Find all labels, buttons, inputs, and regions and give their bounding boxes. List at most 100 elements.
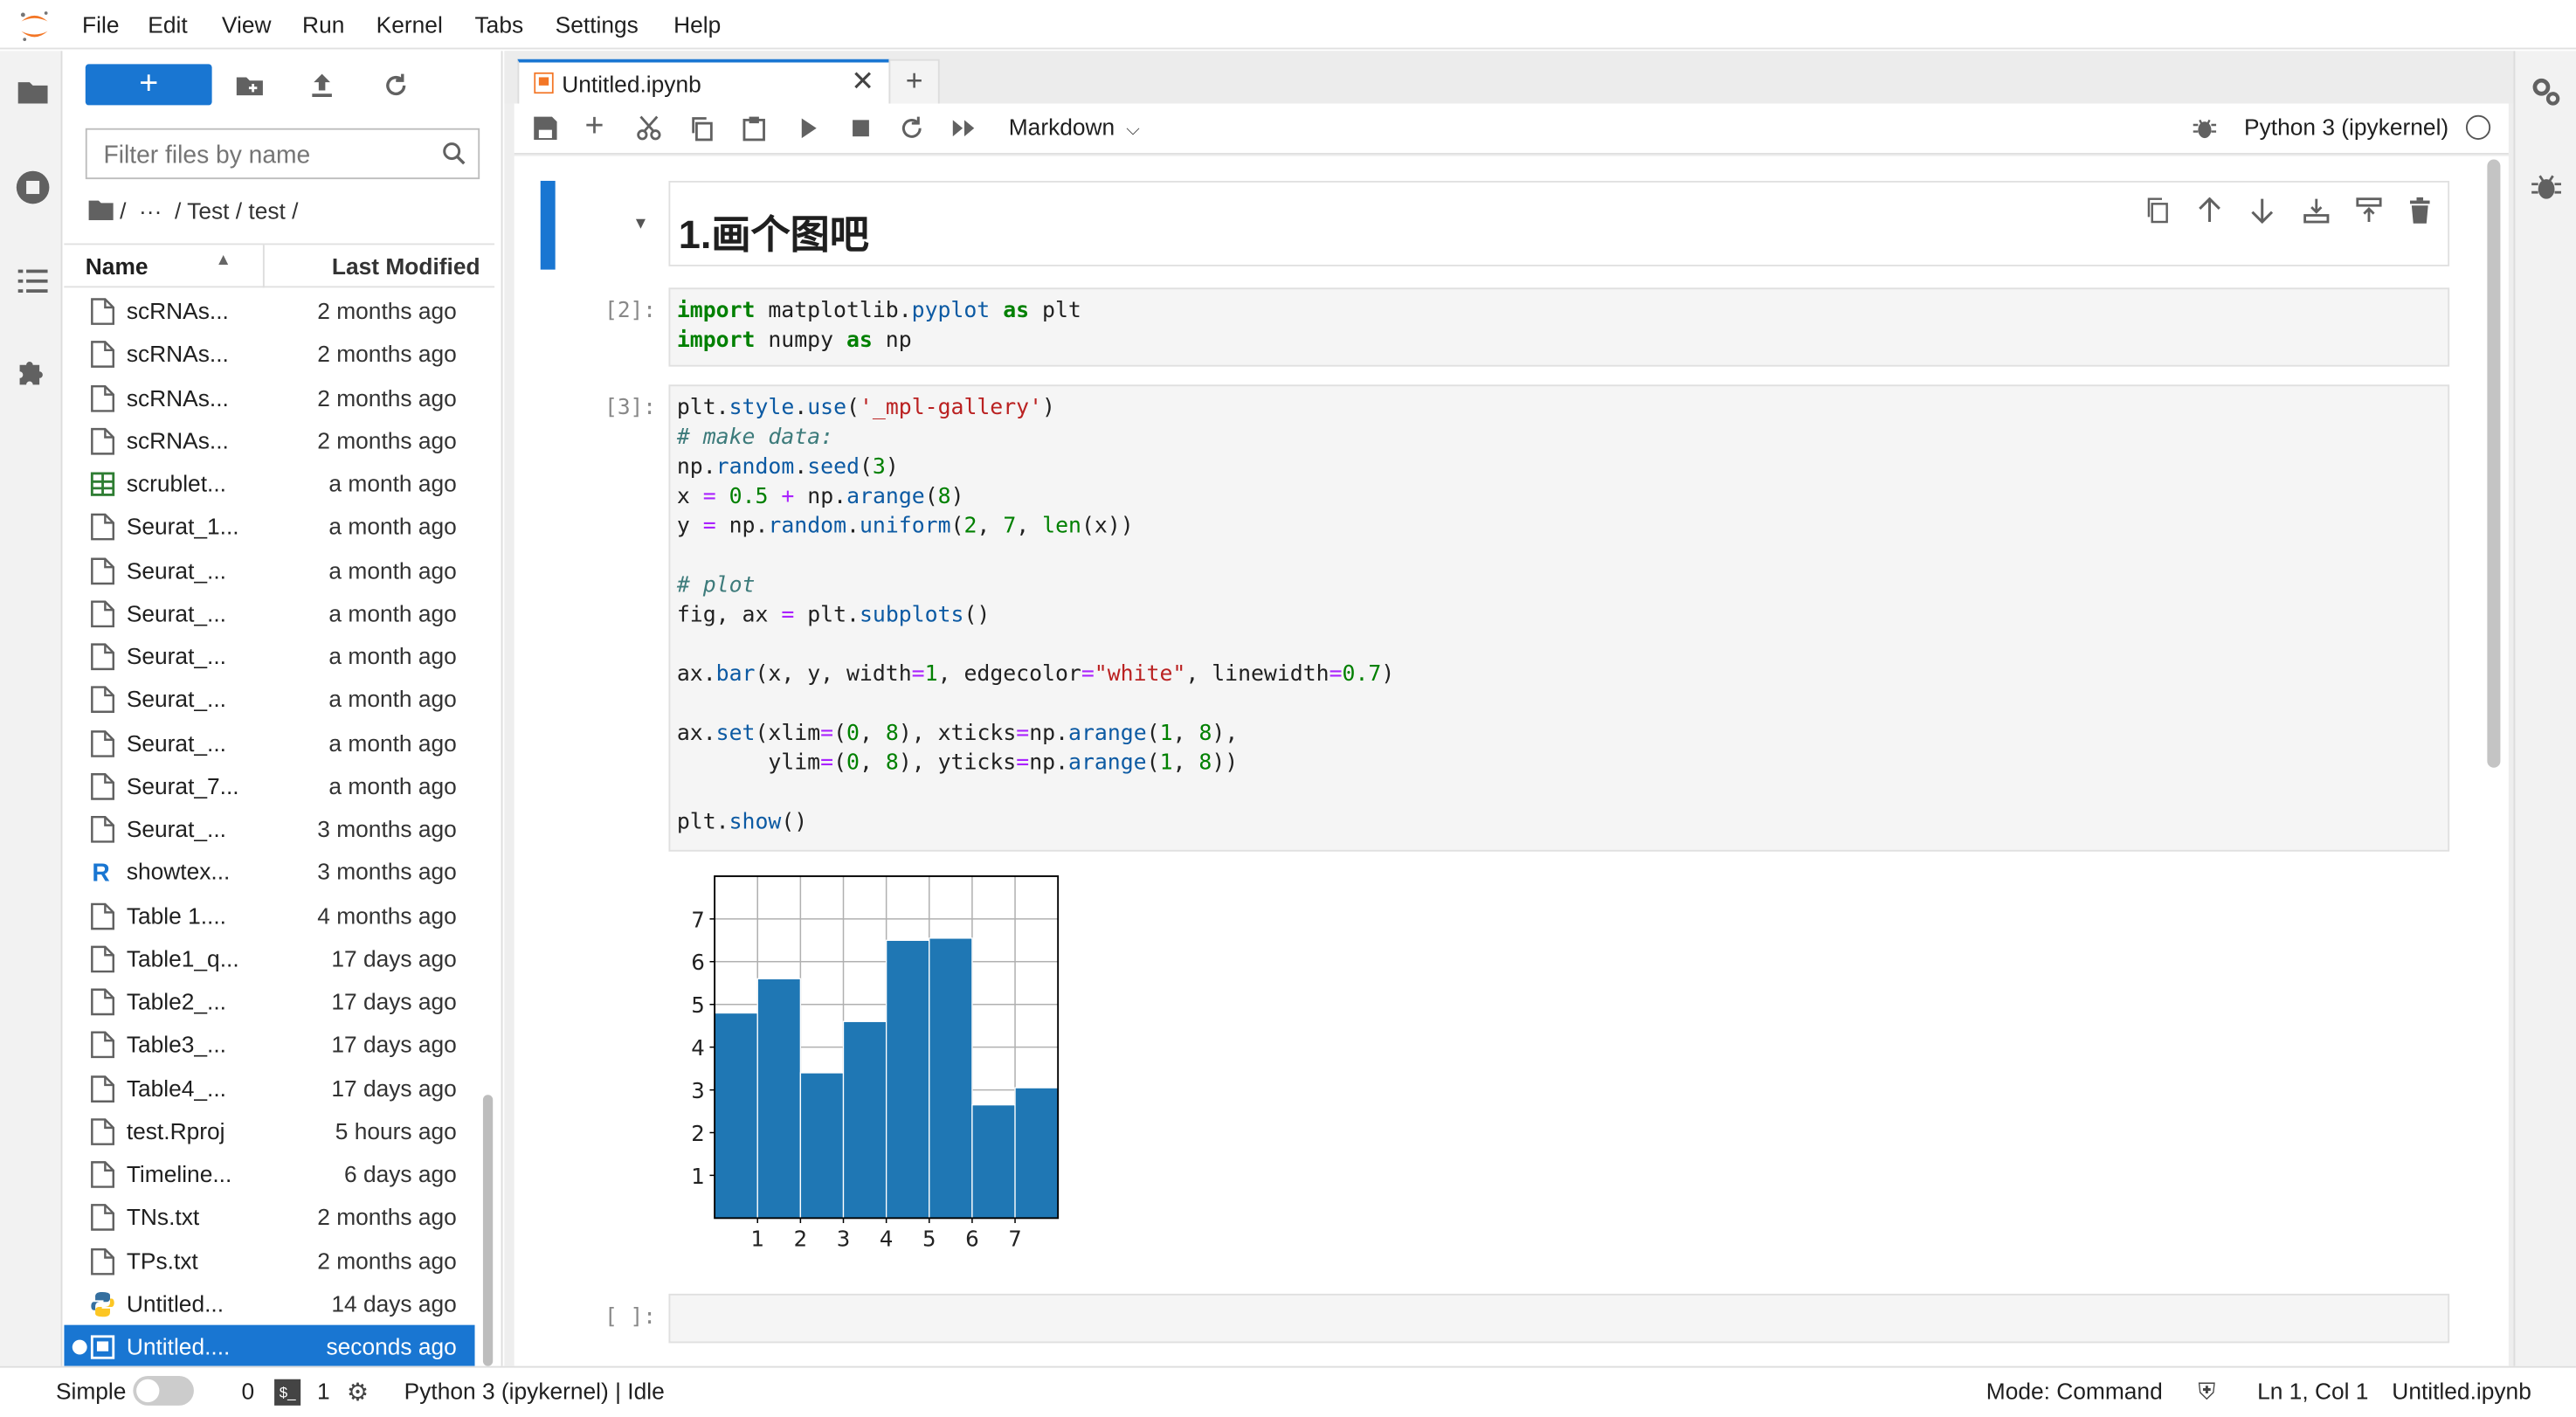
current-file-name: Untitled.ipynb bbox=[2392, 1377, 2531, 1404]
home-folder-icon[interactable] bbox=[88, 199, 114, 221]
y-tick-label: 1 bbox=[691, 1164, 705, 1189]
terminals-count[interactable]: 0 bbox=[241, 1378, 254, 1404]
name-column-header[interactable]: Name bbox=[86, 253, 148, 280]
run-icon[interactable] bbox=[795, 115, 821, 142]
breadcrumb-ellipsis[interactable]: ··· bbox=[139, 197, 162, 224]
file-name: Seurat_7... bbox=[126, 771, 239, 799]
file-list-item[interactable]: Table2_... 17 days ago bbox=[64, 979, 474, 1022]
running-stop-icon[interactable] bbox=[15, 169, 51, 205]
kernel-settings-icon: ⚙ bbox=[346, 1379, 369, 1407]
upload-icon[interactable] bbox=[307, 71, 337, 100]
tab-untitled-ipynb[interactable]: Untitled.ipynb ✕ bbox=[517, 59, 891, 106]
move-down-icon[interactable] bbox=[2251, 197, 2274, 224]
cursor-position[interactable]: Ln 1, Col 1 bbox=[2257, 1378, 2368, 1404]
file-list-item[interactable]: Untitled.... seconds ago bbox=[64, 1324, 475, 1366]
file-list-item[interactable]: Seurat_... a month ago bbox=[64, 591, 474, 634]
breadcrumb-root[interactable]: / bbox=[120, 197, 126, 224]
notebook-scrollbar[interactable] bbox=[2487, 159, 2501, 768]
menu-view[interactable]: View bbox=[222, 11, 272, 38]
insert-below-icon[interactable] bbox=[2356, 197, 2382, 224]
file-list-item[interactable]: Untitled... 14 days ago bbox=[64, 1282, 474, 1324]
code-editor[interactable]: plt.style.use('_mpl-gallery') # make dat… bbox=[677, 395, 1394, 839]
code-cell-imports[interactable]: import matplotlib.pyplot as plt import n… bbox=[668, 287, 2450, 367]
menu-edit[interactable]: Edit bbox=[148, 11, 187, 38]
restart-run-all-icon[interactable] bbox=[951, 115, 977, 142]
breadcrumb-path[interactable]: / Test / test / bbox=[175, 197, 298, 224]
file-list-item[interactable]: Seurat_... 3 months ago bbox=[64, 807, 474, 850]
extensions-puzzle-icon[interactable] bbox=[15, 354, 51, 390]
delete-cell-icon[interactable] bbox=[2408, 197, 2431, 224]
file-list-item[interactable]: Table4_... 17 days ago bbox=[64, 1066, 474, 1109]
cut-icon[interactable] bbox=[636, 115, 662, 142]
paste-icon[interactable] bbox=[741, 115, 767, 142]
insert-above-icon[interactable] bbox=[2303, 197, 2330, 224]
kernel-idle-status-icon bbox=[2465, 114, 2491, 140]
collapse-caret-icon[interactable]: ▼ bbox=[632, 216, 649, 234]
x-tick-label: 1 bbox=[750, 1226, 764, 1251]
modified-column-header[interactable]: Last Modified bbox=[332, 253, 480, 280]
file-list-item[interactable]: Table 1.... 4 months ago bbox=[64, 894, 474, 937]
file-list-item[interactable]: scrublet... a month ago bbox=[64, 462, 474, 505]
file-list-item[interactable]: test.Rproj 5 hours ago bbox=[64, 1109, 474, 1152]
file-name: Table1_q... bbox=[126, 944, 239, 971]
notebook-panel: ▼ 1.画个图吧 [2]: import matplotlib.pyplot a… bbox=[514, 156, 2509, 1366]
python-icon bbox=[90, 1290, 114, 1318]
cell-type-dropdown[interactable]: Markdown ⌵ bbox=[1009, 114, 1140, 142]
debugger-bug-icon[interactable] bbox=[2530, 171, 2563, 204]
file-list-item[interactable]: Seurat_7... a month ago bbox=[64, 764, 474, 807]
file-list-item[interactable]: Rshowtex... 3 months ago bbox=[64, 850, 474, 893]
kernel-name[interactable]: Python 3 (ipykernel) bbox=[2244, 114, 2448, 140]
file-list-item[interactable]: TPs.txt 2 months ago bbox=[64, 1239, 474, 1282]
filter-files-input[interactable]: Filter files by name bbox=[85, 128, 480, 180]
menu-kernel[interactable]: Kernel bbox=[376, 11, 443, 38]
menu-tabs[interactable]: Tabs bbox=[475, 11, 524, 38]
file-list-scrollbar[interactable] bbox=[482, 1095, 494, 1366]
move-up-icon[interactable] bbox=[2198, 197, 2220, 224]
menu-run[interactable]: Run bbox=[302, 11, 344, 38]
file-list-item[interactable]: Timeline... 6 days ago bbox=[64, 1152, 474, 1195]
empty-code-cell[interactable] bbox=[668, 1293, 2450, 1344]
menu-help[interactable]: Help bbox=[673, 11, 721, 38]
file-list-item[interactable]: Seurat_... a month ago bbox=[64, 678, 474, 721]
markdown-cell[interactable]: 1.画个图吧 bbox=[668, 180, 2450, 266]
kernels-count[interactable]: 1 bbox=[317, 1378, 330, 1404]
file-name: TNs.txt bbox=[126, 1203, 200, 1230]
file-list-item[interactable]: scRNAs... 2 months ago bbox=[64, 289, 474, 332]
kernel-status[interactable]: Python 3 (ipykernel) | Idle bbox=[404, 1378, 665, 1404]
refresh-icon[interactable] bbox=[381, 71, 411, 100]
code-editor[interactable]: import matplotlib.pyplot as plt import n… bbox=[677, 298, 1081, 357]
bug-debugger-icon[interactable] bbox=[2192, 115, 2218, 142]
close-tab-icon[interactable]: ✕ bbox=[851, 66, 874, 99]
file-list-item[interactable]: Table1_q... 17 days ago bbox=[64, 937, 474, 979]
insert-cell-icon[interactable]: + bbox=[585, 108, 604, 146]
stop-icon[interactable] bbox=[847, 115, 874, 142]
file-list-item[interactable]: Seurat_... a month ago bbox=[64, 549, 474, 591]
duplicate-cell-icon[interactable] bbox=[2145, 197, 2168, 224]
property-inspector-gears-icon[interactable] bbox=[2530, 76, 2563, 109]
new-folder-icon[interactable] bbox=[235, 71, 265, 100]
code-cell-plot[interactable]: plt.style.use('_mpl-gallery') # make dat… bbox=[668, 384, 2450, 852]
save-icon[interactable] bbox=[532, 115, 558, 142]
copy-icon[interactable] bbox=[688, 115, 715, 142]
notebook-mode[interactable]: Mode: Command bbox=[1986, 1378, 2163, 1404]
file-list-item[interactable]: scRNAs... 2 months ago bbox=[64, 376, 474, 418]
file-list-item[interactable]: Seurat_1... a month ago bbox=[64, 505, 474, 548]
simple-mode-toggle[interactable] bbox=[133, 1375, 194, 1406]
file-modified: 2 months ago bbox=[317, 1203, 457, 1230]
file-list-item[interactable]: Seurat_... a month ago bbox=[64, 634, 474, 677]
file-list-item[interactable]: TNs.txt 2 months ago bbox=[64, 1195, 474, 1238]
restart-kernel-icon[interactable] bbox=[899, 115, 925, 142]
new-launcher-button[interactable]: + bbox=[85, 64, 212, 106]
menu-settings[interactable]: Settings bbox=[556, 11, 639, 38]
file-list-item[interactable]: Seurat_... a month ago bbox=[64, 721, 474, 764]
folder-icon[interactable] bbox=[15, 74, 51, 110]
file-list-item[interactable]: Table3_... 17 days ago bbox=[64, 1023, 474, 1066]
menu-file[interactable]: File bbox=[82, 11, 119, 38]
file-list-item[interactable]: scRNAs... 2 months ago bbox=[64, 333, 474, 376]
table-of-contents-icon[interactable] bbox=[15, 263, 51, 299]
file-icon bbox=[90, 945, 114, 973]
new-tab-button[interactable]: + bbox=[888, 59, 940, 106]
notebook-toolbar: + Markdown ⌵ Python 3 (ipykernel) bbox=[514, 103, 2509, 155]
file-modified: 2 months ago bbox=[317, 1247, 457, 1274]
file-list-item[interactable]: scRNAs... 2 months ago bbox=[64, 418, 474, 461]
